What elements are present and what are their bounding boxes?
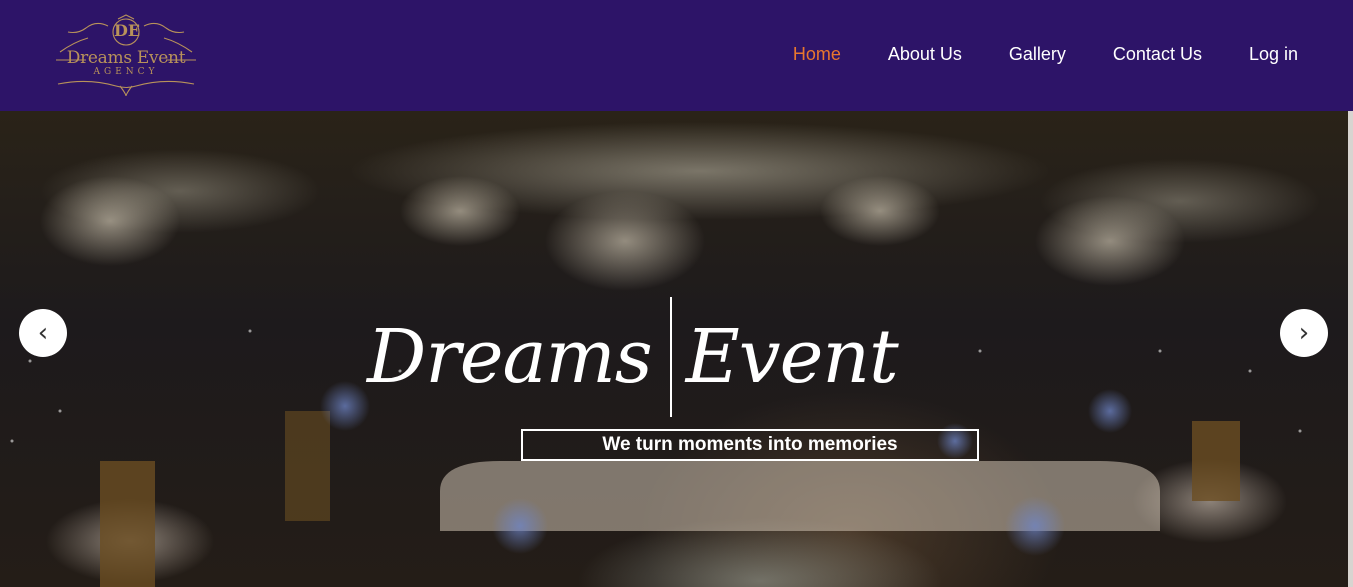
nav-home[interactable]: Home <box>793 44 841 65</box>
nav-gallery[interactable]: Gallery <box>1009 44 1066 65</box>
brand-logo[interactable]: DE Dreams Event AGENCY <box>48 14 204 98</box>
scrollbar-track[interactable] <box>1348 111 1353 587</box>
hero-title-part1: Dreams <box>367 314 653 400</box>
navbar: DE Dreams Event AGENCY Home About Us Gal… <box>0 0 1353 111</box>
logo-name: Dreams Event <box>66 48 186 68</box>
carousel-prev-button[interactable]: ‹ <box>19 309 67 357</box>
logo-monogram: DE <box>114 21 141 40</box>
nav-log-in[interactable]: Log in <box>1249 44 1298 65</box>
chevron-left-icon: ‹ <box>37 318 49 348</box>
hero-tagline-box: We turn moments into memories <box>521 429 979 461</box>
hero-title-divider <box>669 297 672 417</box>
nav-about-us[interactable]: About Us <box>888 44 962 65</box>
hero-title: Dreams Event <box>367 297 899 417</box>
chevron-right-icon: › <box>1298 318 1310 348</box>
main-nav: Home About Us Gallery Contact Us Log in <box>746 44 1298 65</box>
carousel-next-button[interactable]: › <box>1280 309 1328 357</box>
nav-contact-us[interactable]: Contact Us <box>1113 44 1202 65</box>
logo-subtitle: AGENCY <box>93 67 159 77</box>
hero-carousel: Dreams Event We turn moments into memori… <box>0 111 1348 587</box>
hero-title-part2: Event <box>685 314 899 400</box>
hero-tagline: We turn moments into memories <box>602 434 898 455</box>
